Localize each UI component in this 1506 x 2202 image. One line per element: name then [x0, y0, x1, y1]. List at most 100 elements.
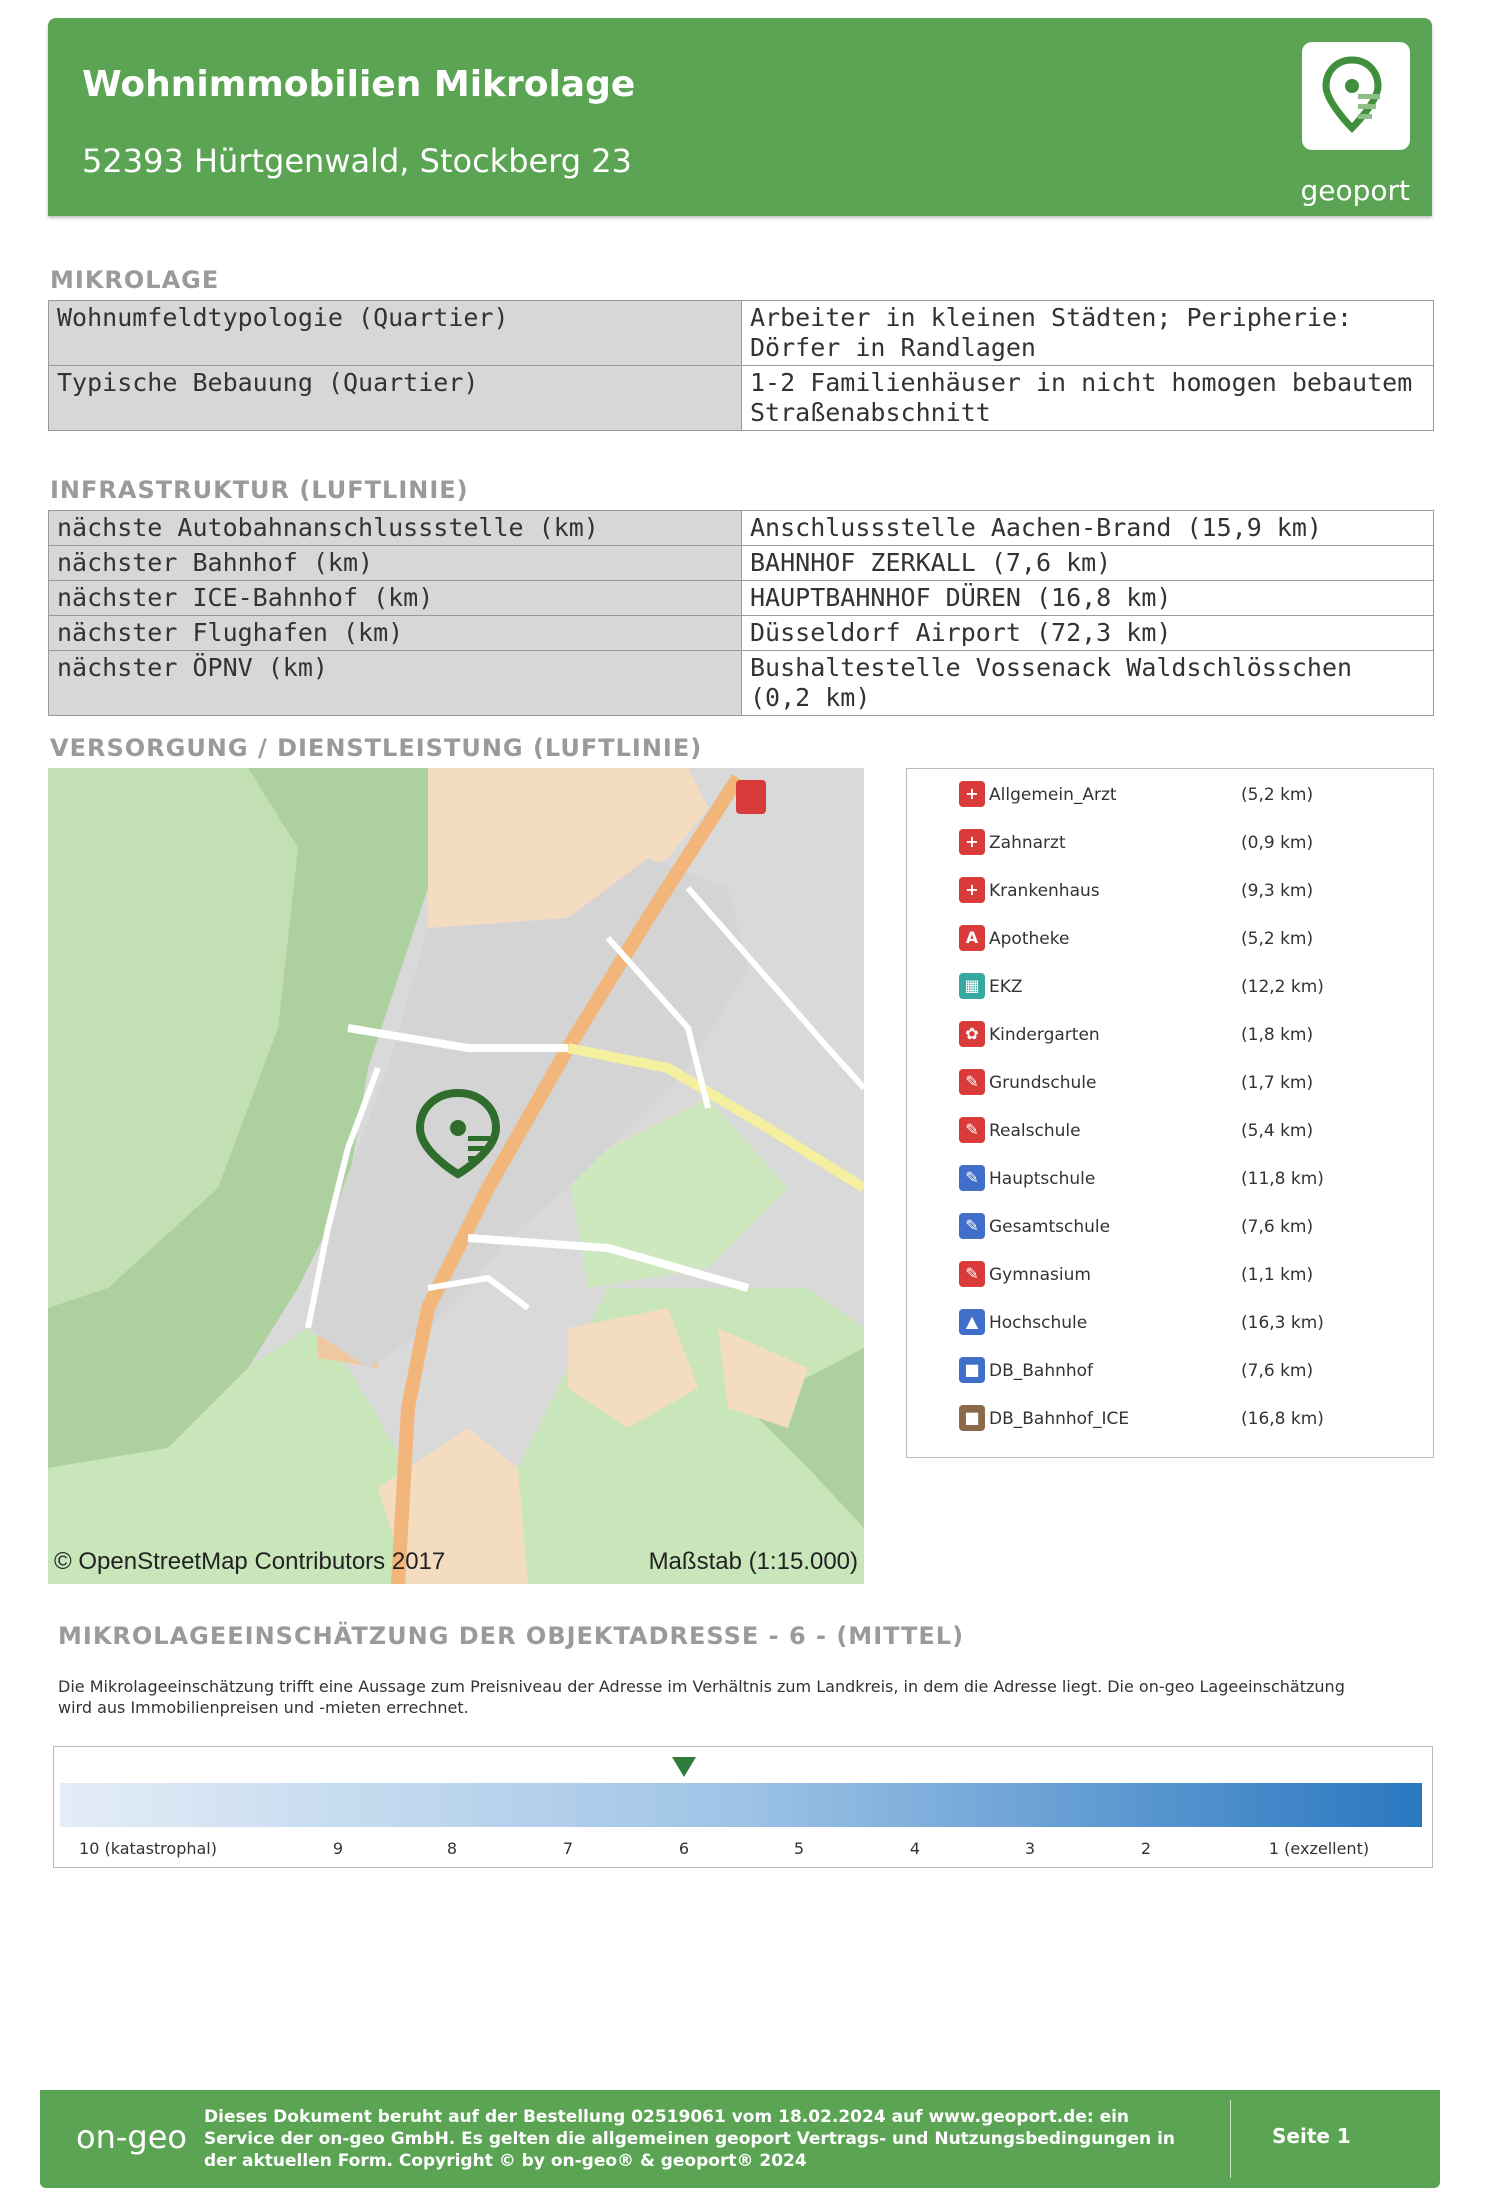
legend-item: ■ DB_Bahnhof (7,6 km) — [959, 1357, 1399, 1387]
hospital-icon: + — [959, 877, 985, 903]
legend-item: ✿ Kindergarten (1,8 km) — [959, 1021, 1399, 1051]
legend-label: Hochschule — [989, 1313, 1088, 1333]
scale-tick: 1 (exzellent) — [1268, 1839, 1370, 1858]
legend-item: ✎ Hauptschule (11,8 km) — [959, 1165, 1399, 1195]
legend-distance: (1,1 km) — [1241, 1265, 1314, 1285]
legend-label: DB_Bahnhof — [989, 1361, 1094, 1381]
location-pin-icon — [1322, 56, 1382, 133]
ongeo-logo: on-geo — [76, 2118, 187, 2156]
legend-label: Hauptschule — [989, 1169, 1096, 1189]
legend-item: ▲ Hochschule (16,3 km) — [959, 1309, 1399, 1339]
table-key: nächster ICE-Bahnhof (km) — [48, 580, 742, 616]
table-value: Arbeiter in kleinen Städten; Peripherie:… — [741, 300, 1434, 366]
legend-label: Realschule — [989, 1121, 1081, 1141]
scale-tick: 4 — [909, 1839, 921, 1858]
legend-label: Zahnarzt — [989, 833, 1066, 853]
school-icon: ✎ — [959, 1165, 985, 1191]
section-title-infrastruktur: INFRASTRUKTUR (LUFTLINIE) — [50, 476, 469, 504]
geoport-logo-text: geoport — [1300, 174, 1410, 207]
legend-distance: (5,2 km) — [1241, 929, 1314, 949]
legend-label: EKZ — [989, 977, 1023, 997]
table-row: nächster Bahnhof (km) BAHNHOF ZERKALL (7… — [48, 545, 1434, 581]
assessment-title: MIKROLAGEEINSCHÄTZUNG DER OBJEKTADRESSE … — [58, 1622, 965, 1650]
section-title-versorgung: VERSORGUNG / DIENSTLEISTUNG (LUFTLINIE) — [50, 734, 703, 762]
scale-tick: 3 — [1024, 1839, 1036, 1858]
legend-distance: (5,4 km) — [1241, 1121, 1314, 1141]
table-key: Typische Bebauung (Quartier) — [48, 365, 742, 431]
object-address: 52393 Hürtgenwald, Stockberg 23 — [82, 142, 632, 180]
legend-item: + Zahnarzt (0,9 km) — [959, 829, 1399, 859]
table-value: BAHNHOF ZERKALL (7,6 km) — [741, 545, 1434, 581]
footer-divider — [1230, 2100, 1231, 2178]
school-icon: ✎ — [959, 1069, 985, 1095]
table-row: nächster ICE-Bahnhof (km) HAUPTBAHNHOF D… — [48, 580, 1434, 616]
poi-legend: + Allgemein_Arzt (5,2 km) + Zahnarzt (0,… — [906, 768, 1434, 1458]
geoport-logo — [1302, 42, 1410, 150]
scale-tick: 9 — [332, 1839, 344, 1858]
legend-item: ✎ Gymnasium (1,1 km) — [959, 1261, 1399, 1291]
rating-gradient-bar — [60, 1783, 1422, 1827]
table-key: nächste Autobahnanschlussstelle (km) — [48, 510, 742, 546]
legend-label: Apotheke — [989, 929, 1070, 949]
legend-label: Gesamtschule — [989, 1217, 1111, 1237]
scale-tick: 10 (katastrophal) — [79, 1839, 217, 1858]
table-value: 1-2 Familienhäuser in nicht homogen beba… — [741, 365, 1434, 431]
table-value: Düsseldorf Airport (72,3 km) — [741, 615, 1434, 651]
legend-item: + Allgemein_Arzt (5,2 km) — [959, 781, 1399, 811]
scale-tick: 5 — [793, 1839, 805, 1858]
footer-disclaimer: Dieses Dokument beruht auf der Bestellun… — [204, 2107, 1176, 2171]
legend-item: ▦ EKZ (12,2 km) — [959, 973, 1399, 1003]
table-key: nächster ÖPNV (km) — [48, 650, 742, 716]
legend-distance: (12,2 km) — [1241, 977, 1324, 997]
legend-label: Allgemein_Arzt — [989, 785, 1117, 805]
shopping-icon: ▦ — [959, 973, 985, 999]
table-row: Wohnumfeldtypologie (Quartier) Arbeiter … — [48, 300, 1434, 366]
university-icon: ▲ — [959, 1309, 985, 1335]
legend-label: Gymnasium — [989, 1265, 1091, 1285]
table-row: nächster ÖPNV (km) Bushaltestelle Vossen… — [48, 650, 1434, 716]
table-row: nächste Autobahnanschlussstelle (km) Ans… — [48, 510, 1434, 546]
report-header: Wohnimmobilien Mikrolage 52393 Hürtgenwa… — [48, 18, 1432, 216]
table-key: Wohnumfeldtypologie (Quartier) — [48, 300, 742, 366]
train-icon: ■ — [959, 1357, 985, 1383]
map-graphic — [48, 768, 864, 1584]
school-icon: ✎ — [959, 1117, 985, 1143]
rating-marker-icon — [672, 1757, 696, 1777]
section-title-mikrolage: MIKROLAGE — [50, 266, 220, 294]
legend-distance: (1,7 km) — [1241, 1073, 1314, 1093]
legend-item: A Apotheke (5,2 km) — [959, 925, 1399, 955]
doctor-icon: + — [959, 781, 985, 807]
report-title: Wohnimmobilien Mikrolage — [82, 64, 636, 105]
legend-distance: (7,6 km) — [1241, 1361, 1314, 1381]
legend-label: DB_Bahnhof_ICE — [989, 1409, 1130, 1429]
location-map[interactable]: © OpenStreetMap Contributors 2017 Maßsta… — [48, 768, 864, 1584]
legend-distance: (1,8 km) — [1241, 1025, 1314, 1045]
table-row: Typische Bebauung (Quartier) 1-2 Familie… — [48, 365, 1434, 431]
infrastruktur-table: nächste Autobahnanschlussstelle (km) Ans… — [48, 510, 1434, 716]
legend-item: ✎ Gesamtschule (7,6 km) — [959, 1213, 1399, 1243]
rating-scale: 10 (katastrophal) 9 8 7 6 5 4 3 2 1 (exz… — [53, 1746, 1433, 1868]
pharmacy-icon: A — [959, 925, 985, 951]
legend-label: Grundschule — [989, 1073, 1097, 1093]
table-key: nächster Flughafen (km) — [48, 615, 742, 651]
scale-tick: 6 — [678, 1839, 690, 1858]
legend-distance: (0,9 km) — [1241, 833, 1314, 853]
tooth-icon: + — [959, 829, 985, 855]
legend-label: Krankenhaus — [989, 881, 1100, 901]
page-footer: on-geo Dieses Dokument beruht auf der Be… — [40, 2090, 1440, 2188]
legend-distance: (16,8 km) — [1241, 1409, 1324, 1429]
page-number: Seite 1 — [1272, 2124, 1351, 2148]
table-value: HAUPTBAHNHOF DÜREN (16,8 km) — [741, 580, 1434, 616]
legend-item: ✎ Grundschule (1,7 km) — [959, 1069, 1399, 1099]
scale-tick: 7 — [562, 1839, 574, 1858]
legend-label: Kindergarten — [989, 1025, 1100, 1045]
table-value: Bushaltestelle Vossenack Waldschlösschen… — [741, 650, 1434, 716]
train-icon: ■ — [959, 1405, 985, 1431]
map-scale: Maßstab (1:15.000) — [648, 1548, 858, 1575]
table-value: Anschlussstelle Aachen-Brand (15,9 km) — [741, 510, 1434, 546]
school-icon: ✎ — [959, 1261, 985, 1287]
assessment-description: Die Mikrolageeinschätzung trifft eine Au… — [58, 1677, 1345, 1717]
kindergarten-icon: ✿ — [959, 1021, 985, 1047]
scale-tick: 2 — [1140, 1839, 1152, 1858]
mikrolage-table: Wohnumfeldtypologie (Quartier) Arbeiter … — [48, 300, 1434, 431]
